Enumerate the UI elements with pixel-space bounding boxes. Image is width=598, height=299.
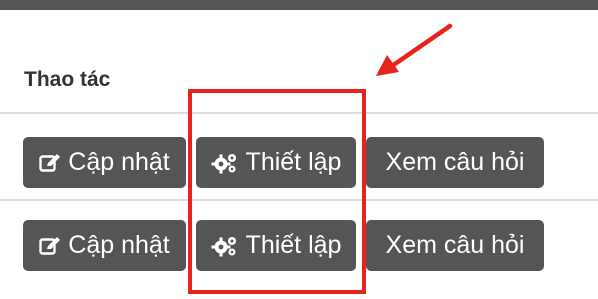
view-questions-button[interactable]: Xem câu hỏi [366, 137, 544, 188]
edit-icon [39, 153, 61, 173]
column-header-actions: Thao tác [24, 68, 111, 91]
top-bar [0, 0, 598, 10]
update-label: Cập nhật [68, 231, 170, 259]
edit-icon [39, 236, 61, 256]
view-questions-label: Xem câu hỏi [385, 148, 525, 176]
view-questions-label: Xem câu hỏi [385, 231, 525, 259]
update-button[interactable]: Cập nhật [23, 220, 186, 271]
annotation-highlight-box [188, 89, 366, 294]
annotation-arrow-icon [370, 22, 456, 83]
update-button[interactable]: Cập nhật [23, 137, 186, 188]
view-questions-button[interactable]: Xem câu hỏi [366, 220, 544, 271]
update-label: Cập nhật [68, 148, 170, 176]
